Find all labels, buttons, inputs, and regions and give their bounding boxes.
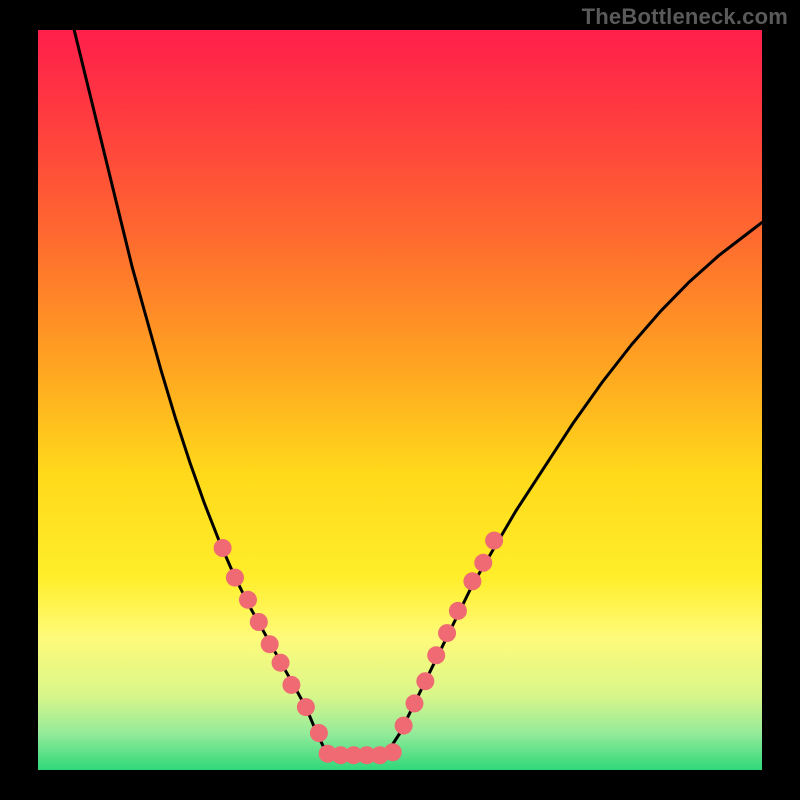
data-point [463,572,481,590]
data-point [438,624,456,642]
data-point [405,694,423,712]
data-point [449,602,467,620]
data-point [297,698,315,716]
data-point [272,654,290,672]
data-point [384,743,402,761]
data-point [474,554,492,572]
plot-background [38,30,762,770]
data-point [261,635,279,653]
data-point [416,672,434,690]
chart-svg [0,0,800,800]
data-point [310,724,328,742]
attribution-label: TheBottleneck.com [582,4,788,30]
data-point [395,717,413,735]
data-point [239,591,257,609]
chart-stage: TheBottleneck.com [0,0,800,800]
data-point [427,646,445,664]
data-point [250,613,268,631]
data-point [282,676,300,694]
data-point [214,539,232,557]
data-point [226,569,244,587]
data-point [485,532,503,550]
